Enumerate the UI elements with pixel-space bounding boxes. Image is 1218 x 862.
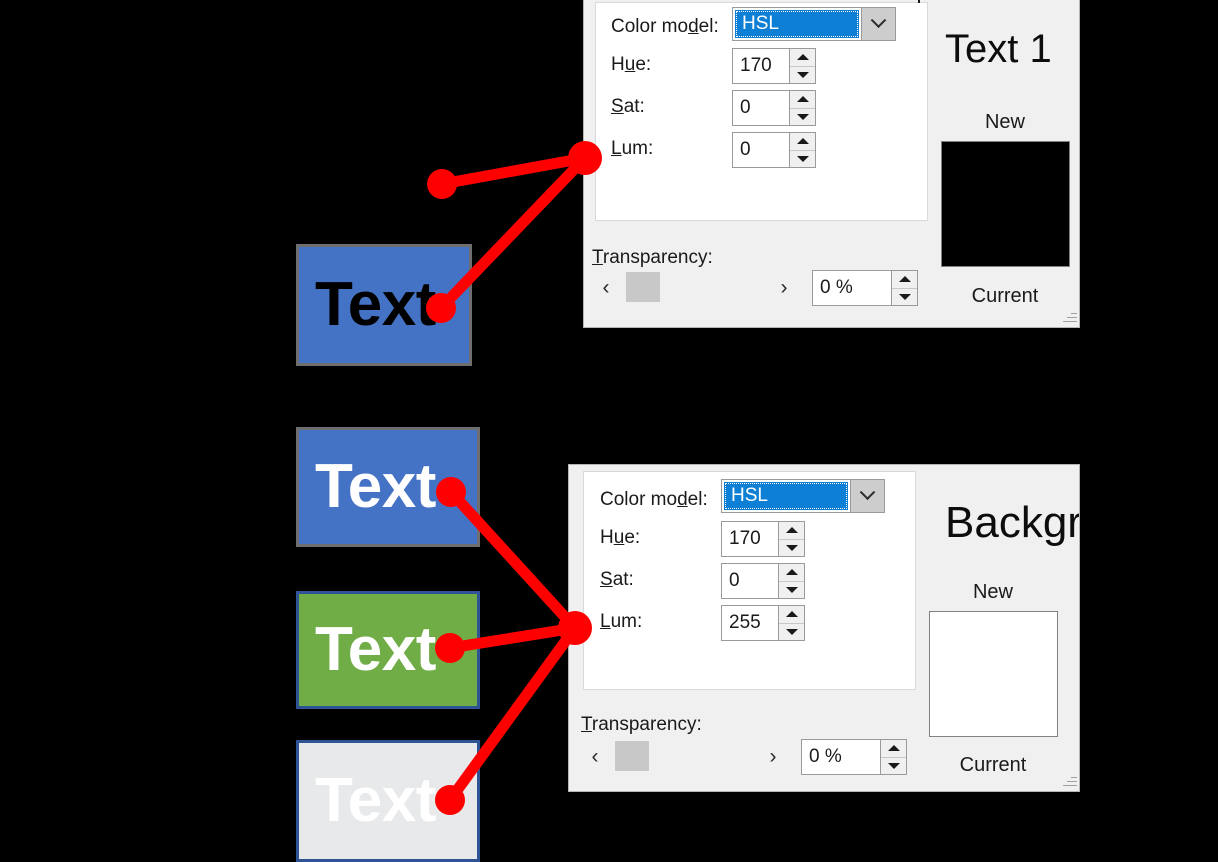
hue-spinner[interactable]: 170 <box>721 521 805 557</box>
groupbox-corner-marker <box>911 0 920 3</box>
sat-row: Sat: <box>611 92 721 122</box>
slider-left-arrow-icon[interactable]: ‹ <box>581 745 609 767</box>
hue-row: Hue: <box>600 523 710 553</box>
color-picker-dialog-text1[interactable]: Color model: HSL Hue: 170 Sat: 0 Lum: 0 … <box>583 0 1080 328</box>
transparency-spinner[interactable]: 0 % <box>801 739 907 775</box>
slider-right-arrow-icon[interactable]: › <box>759 745 787 767</box>
sat-label: Sat: <box>600 569 634 590</box>
triangle-up-icon[interactable] <box>892 271 917 288</box>
triangle-up-icon[interactable] <box>790 91 815 108</box>
sat-label: Sat: <box>611 96 645 117</box>
triangle-up-icon[interactable] <box>790 133 815 150</box>
annotation-line <box>436 152 591 190</box>
lum-label: Lum: <box>600 611 643 632</box>
triangle-down-icon[interactable] <box>790 65 815 83</box>
transparency-label-row: Transparency: <box>581 712 821 738</box>
transparency-slider[interactable]: ‹ › <box>581 741 787 771</box>
chevron-down-icon[interactable] <box>850 480 884 512</box>
annotation-endpoint-dot <box>427 169 457 199</box>
color-picker-dialog-background[interactable]: Color model: HSL Hue: 170 Sat: 0 Lum: 25… <box>568 464 1080 792</box>
triangle-down-icon[interactable] <box>881 756 906 774</box>
sat-value[interactable]: 0 <box>733 91 789 125</box>
triangle-down-icon[interactable] <box>790 149 815 167</box>
preview-new-caption: New <box>984 111 1025 133</box>
swatch-label: Text <box>315 615 436 684</box>
resize-grip-icon[interactable] <box>1062 772 1077 787</box>
transparency-label-row: Transparency: <box>592 245 832 271</box>
swatch-label: Text <box>315 270 436 339</box>
slider-right-arrow-icon[interactable]: › <box>770 276 798 298</box>
preview-title: Text 1 <box>945 27 1052 71</box>
color-model-selected-value[interactable]: HSL <box>735 10 859 38</box>
text-swatch-blue-black[interactable]: Text <box>296 244 472 366</box>
text-swatch-gray-white[interactable]: Text <box>296 740 480 862</box>
slider-left-arrow-icon[interactable]: ‹ <box>592 276 620 298</box>
hue-value[interactable]: 170 <box>722 522 778 556</box>
sat-spinner[interactable]: 0 <box>732 90 816 126</box>
preview-current-caption: Current <box>959 754 1027 776</box>
hue-label: Hue: <box>611 54 652 75</box>
swatch-label: Text <box>315 766 436 835</box>
transparency-label: Transparency: <box>592 247 713 268</box>
triangle-up-icon[interactable] <box>881 740 906 757</box>
transparency-value[interactable]: 0 % <box>813 271 891 305</box>
slider-thumb[interactable] <box>626 272 660 302</box>
color-model-dropdown[interactable]: HSL <box>721 479 885 513</box>
slider-track[interactable] <box>620 272 770 302</box>
hue-label: Hue: <box>600 527 641 548</box>
preview-new-caption: New <box>972 581 1013 603</box>
transparency-slider[interactable]: ‹ › <box>592 272 798 302</box>
lum-value[interactable]: 255 <box>722 606 778 640</box>
hue-spinner[interactable]: 170 <box>732 48 816 84</box>
transparency-value[interactable]: 0 % <box>802 740 880 774</box>
sat-spinner[interactable]: 0 <box>721 563 805 599</box>
triangle-down-icon[interactable] <box>779 580 804 598</box>
color-model-label: Color model: <box>600 489 708 510</box>
color-model-selected-value[interactable]: HSL <box>724 482 848 510</box>
triangle-down-icon[interactable] <box>790 107 815 125</box>
triangle-up-icon[interactable] <box>779 606 804 623</box>
lum-label: Lum: <box>611 138 654 159</box>
lum-row: Lum: <box>611 134 721 164</box>
slider-track[interactable] <box>609 741 759 771</box>
lum-spinner[interactable]: 0 <box>732 132 816 168</box>
text-swatch-blue-white[interactable]: Text <box>296 427 480 547</box>
sat-row: Sat: <box>600 565 710 595</box>
hue-value[interactable]: 170 <box>733 49 789 83</box>
triangle-down-icon[interactable] <box>779 538 804 556</box>
lum-spinner[interactable]: 255 <box>721 605 805 641</box>
preview-color-box <box>941 141 1070 267</box>
triangle-up-icon[interactable] <box>790 49 815 66</box>
preview-current-caption: Current <box>971 285 1039 307</box>
triangle-down-icon[interactable] <box>892 287 917 305</box>
sat-value[interactable]: 0 <box>722 564 778 598</box>
screenshot-canvas: Text Text Text Text Color model: HSL Hue… <box>0 0 1218 862</box>
preview-color-box <box>929 611 1058 737</box>
triangle-up-icon[interactable] <box>779 522 804 539</box>
color-model-dropdown[interactable]: HSL <box>732 7 896 41</box>
text-swatch-green-white[interactable]: Text <box>296 591 480 709</box>
color-model-label: Color model: <box>611 16 719 37</box>
slider-thumb[interactable] <box>615 741 649 771</box>
lum-row: Lum: <box>600 607 710 637</box>
triangle-down-icon[interactable] <box>779 622 804 640</box>
chevron-down-icon[interactable] <box>861 8 895 40</box>
lum-value[interactable]: 0 <box>733 133 789 167</box>
preview-title: Backgr <box>945 498 1080 547</box>
transparency-label: Transparency: <box>581 714 702 735</box>
triangle-up-icon[interactable] <box>779 564 804 581</box>
resize-grip-icon[interactable] <box>1062 308 1077 323</box>
hue-row: Hue: <box>611 50 721 80</box>
swatch-label: Text <box>315 452 436 521</box>
transparency-spinner[interactable]: 0 % <box>812 270 918 306</box>
